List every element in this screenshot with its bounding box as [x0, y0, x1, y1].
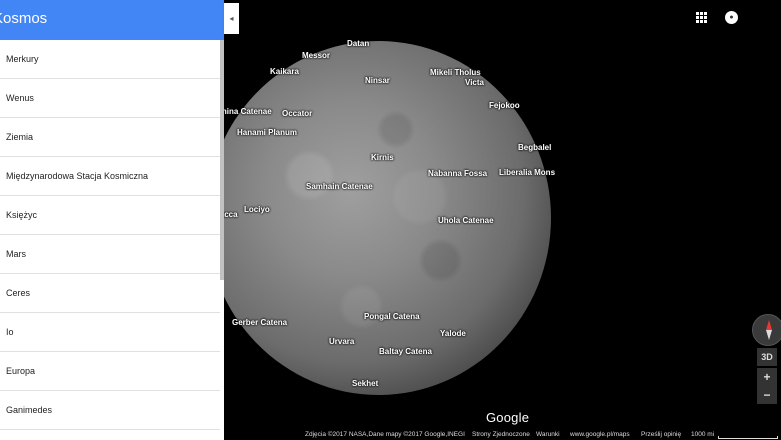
panel-scrollbar[interactable] [220, 40, 224, 280]
feature-label[interactable]: Datan [347, 39, 369, 48]
list-item-ksiezyc[interactable]: Księżyc [0, 196, 220, 235]
compass-south-needle [766, 330, 772, 340]
scale-bar [718, 436, 778, 439]
feature-label[interactable]: Uhola Catenae [438, 216, 494, 225]
feature-label[interactable]: Kirnis [371, 153, 394, 162]
toggle-3d-button[interactable]: 3D [757, 348, 777, 366]
list-item-iss[interactable]: Międzynarodowa Stacja Kosmiczna [0, 157, 220, 196]
compass-icon[interactable] [752, 314, 781, 346]
celestial-body-list: Merkury Wenus Ziemia Międzynarodowa Stac… [0, 40, 220, 440]
list-item-wenus[interactable]: Wenus [0, 79, 220, 118]
feature-label[interactable]: Gerber Catena [232, 318, 287, 327]
feature-label[interactable]: Liberalia Mons [499, 168, 555, 177]
feature-label[interactable]: Nabanna Fossa [428, 169, 487, 178]
feature-label[interactable]: Ninsar [365, 76, 390, 85]
feature-label[interactable]: Fejokoo [489, 101, 520, 110]
list-item-ganimedes[interactable]: Ganimedes [0, 391, 220, 430]
google-logo: Google [486, 410, 530, 425]
feedback-link[interactable]: Prześlij opinię [641, 431, 681, 438]
zoom-out-button[interactable]: − [757, 386, 777, 404]
feature-label[interactable]: Begbalel [518, 143, 551, 152]
apps-grid-icon[interactable] [696, 12, 707, 23]
list-item-io[interactable]: Io [0, 313, 220, 352]
collapse-panel-button[interactable]: ◂ [224, 3, 239, 34]
feature-label[interactable]: Sekhet [352, 379, 378, 388]
list-item-mars[interactable]: Mars [0, 235, 220, 274]
list-item-ziemia[interactable]: Ziemia [0, 118, 220, 157]
feature-label[interactable]: Samhain Catenae [306, 182, 373, 191]
side-panel: Kosmos Merkury Wenus Ziemia Międzynarodo… [0, 0, 224, 440]
list-item-merkury[interactable]: Merkury [0, 40, 220, 79]
feature-label[interactable]: Pongal Catena [364, 312, 420, 321]
zoom-in-button[interactable]: + [757, 368, 777, 386]
compass-north-needle [766, 320, 772, 330]
list-item-ceres[interactable]: Ceres [0, 274, 220, 313]
feature-label[interactable]: Urvara [329, 337, 354, 346]
feature-label[interactable]: Victa [465, 78, 484, 87]
feature-label[interactable]: Yalode [440, 329, 466, 338]
planet-globe[interactable] [206, 41, 551, 395]
country-link[interactable]: Strony Zjednoczone [472, 431, 530, 438]
panel-title: Kosmos [0, 10, 48, 27]
feature-label[interactable]: Mikeli Tholus [430, 68, 481, 77]
feature-label[interactable]: Occator [282, 109, 312, 118]
chevron-left-icon: ◂ [229, 14, 234, 23]
scale-label[interactable]: 1000 mi [691, 431, 714, 438]
attribution-text: Zdjęcia ©2017 NASA,Dane mapy ©2017 Googl… [305, 431, 465, 438]
feature-label[interactable]: Hanami Planum [237, 128, 297, 137]
feature-label[interactable]: Messor [302, 51, 330, 60]
list-item-europa[interactable]: Europa [0, 352, 220, 391]
feature-label[interactable]: Lociyo [244, 205, 270, 214]
terms-link[interactable]: Warunki [536, 431, 560, 438]
account-circle-icon[interactable]: ● [725, 11, 738, 24]
feature-label[interactable]: Baltay Catena [379, 347, 432, 356]
maps-url-link[interactable]: www.google.pl/maps [570, 431, 630, 438]
feature-label[interactable]: Kaikara [270, 67, 299, 76]
panel-header: Kosmos [0, 0, 224, 40]
